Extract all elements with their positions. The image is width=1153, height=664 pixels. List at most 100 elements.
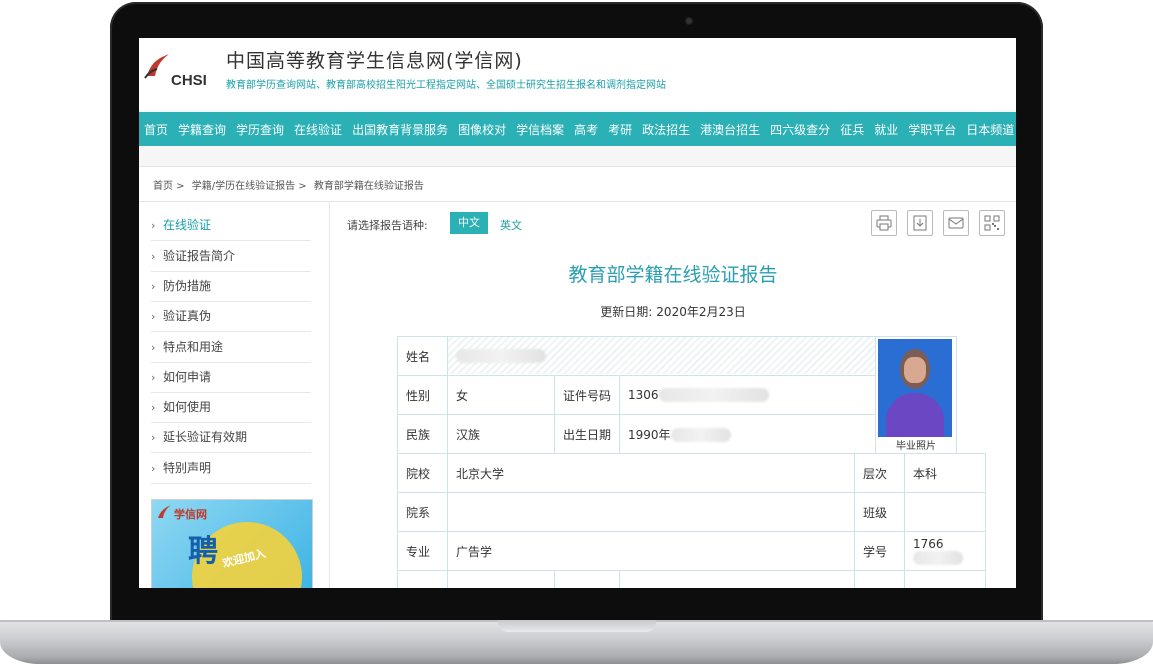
graduation-photo-box: 毕业照片 (875, 336, 957, 454)
partial-row (854, 570, 905, 588)
redacted-id (658, 388, 769, 403)
recruit-ad-banner[interactable]: 学信网 聘 欢迎加入 (151, 499, 313, 588)
photo-body (886, 393, 944, 437)
nav-item-gaokao[interactable]: 高考 (569, 121, 603, 138)
redacted-birth (670, 428, 731, 442)
nav-item-employment[interactable]: 就业 (869, 121, 903, 138)
report-panel: 请选择报告语种: 中文 英文 教育部学籍在线验证报告 更新日期: 2020年2月2… (330, 202, 1016, 588)
download-button[interactable] (907, 210, 933, 236)
camera-icon (685, 17, 693, 25)
sidebar-item-online-verify[interactable]: › 在线验证 (151, 210, 311, 241)
chsi-logo-icon (158, 505, 171, 518)
breadcrumb: 首页 > 学籍/学历在线验证报告 > 教育部学籍在线验证报告 (153, 177, 428, 192)
nav-item-law-admission[interactable]: 政法招生 (637, 121, 695, 138)
language-label: 请选择报告语种: (347, 219, 428, 232)
site-header: CHSI 中国高等教育学生信息网(学信网) 教育部学历查询网站、教育部高校招生阳… (139, 38, 1016, 110)
chsi-logo[interactable]: CHSI (143, 52, 213, 92)
photo-caption: 毕业照片 (896, 441, 936, 452)
sidebar-item-report-intro[interactable]: › 验证报告简介 (151, 241, 311, 272)
nav-item-enrollment-query[interactable]: 学籍查询 (173, 121, 231, 138)
chevron-right-icon: › (151, 431, 156, 444)
school-value: 北京大学 (447, 453, 855, 493)
chevron-right-icon: › (151, 310, 156, 323)
sidebar-item-label: 在线验证 (163, 218, 212, 232)
print-button[interactable] (871, 210, 897, 236)
level-label: 层次 (854, 453, 905, 493)
chevron-right-icon: › (151, 401, 156, 414)
sidebar-item-label: 如何使用 (163, 400, 212, 414)
redacted-name (456, 349, 546, 364)
nav-item-cet-score[interactable]: 四六级查分 (765, 121, 835, 138)
sidebar-item-label: 验证报告简介 (163, 249, 236, 263)
level-value: 本科 (904, 453, 986, 493)
site-title: 中国高等教育学生信息网(学信网) (226, 50, 523, 72)
sidebar: › 在线验证 › 验证报告简介 › 防伪措施 › 验证真伪 › 特点和用途 › 如何申请 ›… (139, 202, 330, 588)
ethnicity-value: 汉族 (447, 414, 555, 454)
download-icon (913, 215, 927, 231)
breadcrumb-bar: 首页 > 学籍/学历在线验证报告 > 教育部学籍在线验证报告 (139, 166, 1016, 202)
breadcrumb-home[interactable]: 首页 > (153, 181, 185, 192)
name-value (447, 336, 905, 376)
birth-label: 出生日期 (554, 414, 620, 454)
partial-row (554, 570, 620, 588)
sidebar-item-label: 防伪措施 (163, 279, 212, 293)
ad-brand: 学信网 (174, 508, 207, 521)
dept-label: 院系 (397, 492, 448, 532)
sidebar-item-anti-fake[interactable]: › 防伪措施 (151, 271, 311, 302)
partial-row (904, 570, 986, 588)
ad-headline: 聘 (188, 534, 218, 569)
school-label: 院校 (397, 453, 448, 493)
sidebar-item-label: 延长验证有效期 (163, 430, 248, 444)
qrcode-button[interactable] (979, 210, 1005, 236)
birth-value: 1990年 (619, 414, 905, 454)
sidebar-item-how-use[interactable]: › 如何使用 (151, 392, 311, 423)
nav-item-military[interactable]: 征兵 (835, 121, 869, 138)
ethnicity-label: 民族 (397, 414, 448, 454)
sidebar-item-verify-authenticity[interactable]: › 验证真伪 (151, 301, 311, 332)
nav-item-japan-channel[interactable]: 日本频道 (961, 121, 1016, 138)
language-english-link[interactable]: 英文 (500, 217, 522, 233)
nav-item-archive[interactable]: 学信档案 (511, 121, 569, 138)
name-label: 姓名 (397, 336, 448, 376)
report-title: 教育部学籍在线验证报告 (568, 264, 778, 286)
nav-item-career-platform[interactable]: 学职平台 (903, 121, 961, 138)
nav-item-home[interactable]: 首页 (139, 121, 173, 138)
student-no-label: 学号 (854, 531, 905, 571)
chevron-right-icon: › (151, 371, 156, 384)
partial-row (397, 570, 448, 588)
update-date: 更新日期: 2020年2月23日 (330, 303, 1016, 320)
graduation-photo (878, 339, 952, 437)
sidebar-item-extend-validity[interactable]: › 延长验证有效期 (151, 422, 311, 453)
partial-row (619, 570, 855, 588)
gender-label: 性别 (397, 375, 448, 415)
redacted-student-no (913, 551, 963, 566)
chevron-right-icon: › (151, 250, 156, 263)
gender-value: 女 (447, 375, 555, 415)
nav-item-image-check[interactable]: 图像校对 (453, 121, 511, 138)
id-label: 证件号码 (554, 375, 620, 415)
nav-item-abroad-service[interactable]: 出国教育背景服务 (347, 121, 453, 138)
print-icon (876, 215, 892, 231)
birth-prefix: 1990年 (628, 427, 671, 442)
chsi-logo-icon (144, 54, 169, 79)
sidebar-item-how-apply[interactable]: › 如何申请 (151, 362, 311, 393)
chevron-right-icon: › (151, 341, 156, 354)
language-chinese-button[interactable]: 中文 (450, 212, 488, 234)
sidebar-item-disclaimer[interactable]: › 特别声明 (151, 453, 311, 484)
nav-item-hmt-admission[interactable]: 港澳台招生 (695, 121, 765, 138)
chevron-right-icon: › (151, 219, 156, 232)
sidebar-item-features[interactable]: › 特点和用途 (151, 332, 311, 363)
mail-button[interactable] (943, 210, 969, 236)
partial-row (447, 570, 555, 588)
major-label: 专业 (397, 531, 448, 571)
update-date-value: 2020年2月23日 (656, 305, 746, 319)
nav-item-kaoyan[interactable]: 考研 (603, 121, 637, 138)
id-value: 1306 (619, 375, 905, 415)
base-notch (498, 620, 656, 632)
breadcrumb-verify-report[interactable]: 学籍/学历在线验证报告 > (192, 181, 307, 192)
qrcode-icon (984, 215, 1000, 231)
sidebar-item-label: 如何申请 (163, 370, 212, 384)
nav-item-online-verify[interactable]: 在线验证 (289, 121, 347, 138)
breadcrumb-current: 教育部学籍在线验证报告 (313, 181, 424, 192)
nav-item-degree-query[interactable]: 学历查询 (231, 121, 289, 138)
